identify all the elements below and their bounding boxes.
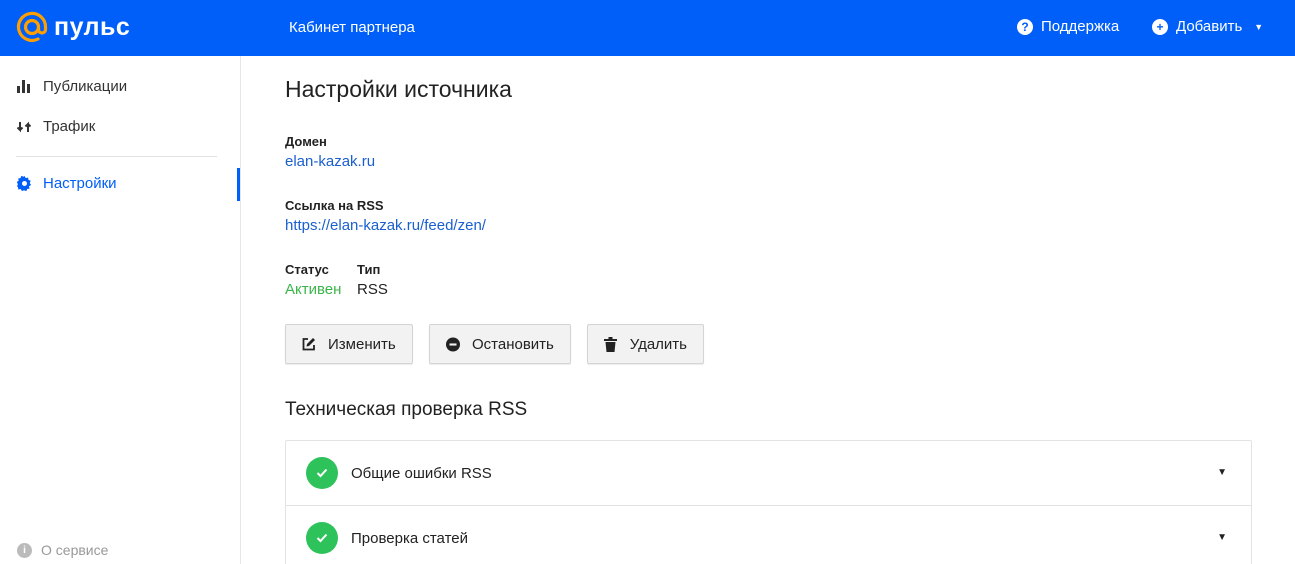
question-circle-icon: ? <box>1017 18 1033 35</box>
type-value: RSS <box>357 281 388 298</box>
sidebar-item-publications[interactable]: Публикации <box>16 78 127 95</box>
rss-label: Ссылка на RSS <box>285 198 384 213</box>
support-link[interactable]: ? Поддержка <box>1017 18 1119 35</box>
sidebar-item-label: Публикации <box>43 78 128 95</box>
edit-button-label: Изменить <box>328 335 396 353</box>
delete-button[interactable]: Удалить <box>587 324 704 364</box>
domain-label: Домен <box>285 134 327 149</box>
info-circle-icon: i <box>17 542 32 558</box>
check-label: Проверка статей <box>351 529 468 547</box>
add-label: Добавить <box>1176 18 1243 35</box>
check-row-general-errors[interactable]: Общие ошибки RSS ▼ <box>286 441 1251 506</box>
stop-button[interactable]: Остановить <box>429 324 571 364</box>
domain-link[interactable]: elan-kazak.ru <box>285 153 375 170</box>
trash-icon <box>604 336 618 352</box>
add-dropdown[interactable]: + Добавить ▼ <box>1152 18 1263 35</box>
caret-down-icon: ▼ <box>1217 532 1227 543</box>
edit-button[interactable]: Изменить <box>285 324 413 364</box>
status-value: Активен <box>285 281 342 298</box>
sidebar-item-settings[interactable]: Настройки <box>16 175 117 192</box>
tech-check-title: Техническая проверка RSS <box>285 399 528 420</box>
support-label: Поддержка <box>1041 18 1120 35</box>
sidebar-item-label: Настройки <box>43 175 117 192</box>
sidebar: Публикации Трафик Настройки i О сервисе <box>0 56 241 564</box>
check-label: Общие ошибки RSS <box>351 464 492 482</box>
minus-circle-icon <box>446 337 460 351</box>
sidebar-item-label: Трафик <box>43 118 96 135</box>
caret-down-icon: ▼ <box>1217 467 1227 478</box>
type-label: Тип <box>357 262 381 277</box>
sidebar-item-traffic[interactable]: Трафик <box>16 118 95 135</box>
tech-check-list: Общие ошибки RSS ▼ Проверка статей ▼ <box>285 440 1252 564</box>
stop-button-label: Остановить <box>472 335 554 353</box>
caret-down-icon: ▼ <box>1254 21 1264 32</box>
sidebar-divider <box>16 156 217 157</box>
active-indicator <box>237 168 240 201</box>
top-header: пульс Кабинет партнера ? Поддержка + Доб… <box>0 0 1295 56</box>
delete-button-label: Удалить <box>629 335 687 353</box>
check-row-articles[interactable]: Проверка статей ▼ <box>286 506 1251 564</box>
edit-icon <box>302 337 316 351</box>
pulse-logo[interactable]: пульс <box>16 11 130 43</box>
exchange-arrows-icon <box>16 119 32 135</box>
page-title: Настройки источника <box>285 76 512 102</box>
gear-icon <box>16 176 32 192</box>
about-label: О сервисе <box>41 542 109 558</box>
plus-circle-icon: + <box>1152 18 1168 35</box>
bar-chart-icon <box>16 79 32 95</box>
check-success-icon <box>306 457 338 489</box>
rss-link[interactable]: https://elan-kazak.ru/feed/zen/ <box>285 217 486 234</box>
about-service-link[interactable]: i О сервисе <box>17 542 108 558</box>
status-label: Статус <box>285 262 329 277</box>
check-success-icon <box>306 522 338 554</box>
partner-cabinet-title: Кабинет партнера <box>289 19 415 36</box>
at-sign-logo-icon <box>16 11 48 42</box>
logo-text: пульс <box>54 13 131 41</box>
